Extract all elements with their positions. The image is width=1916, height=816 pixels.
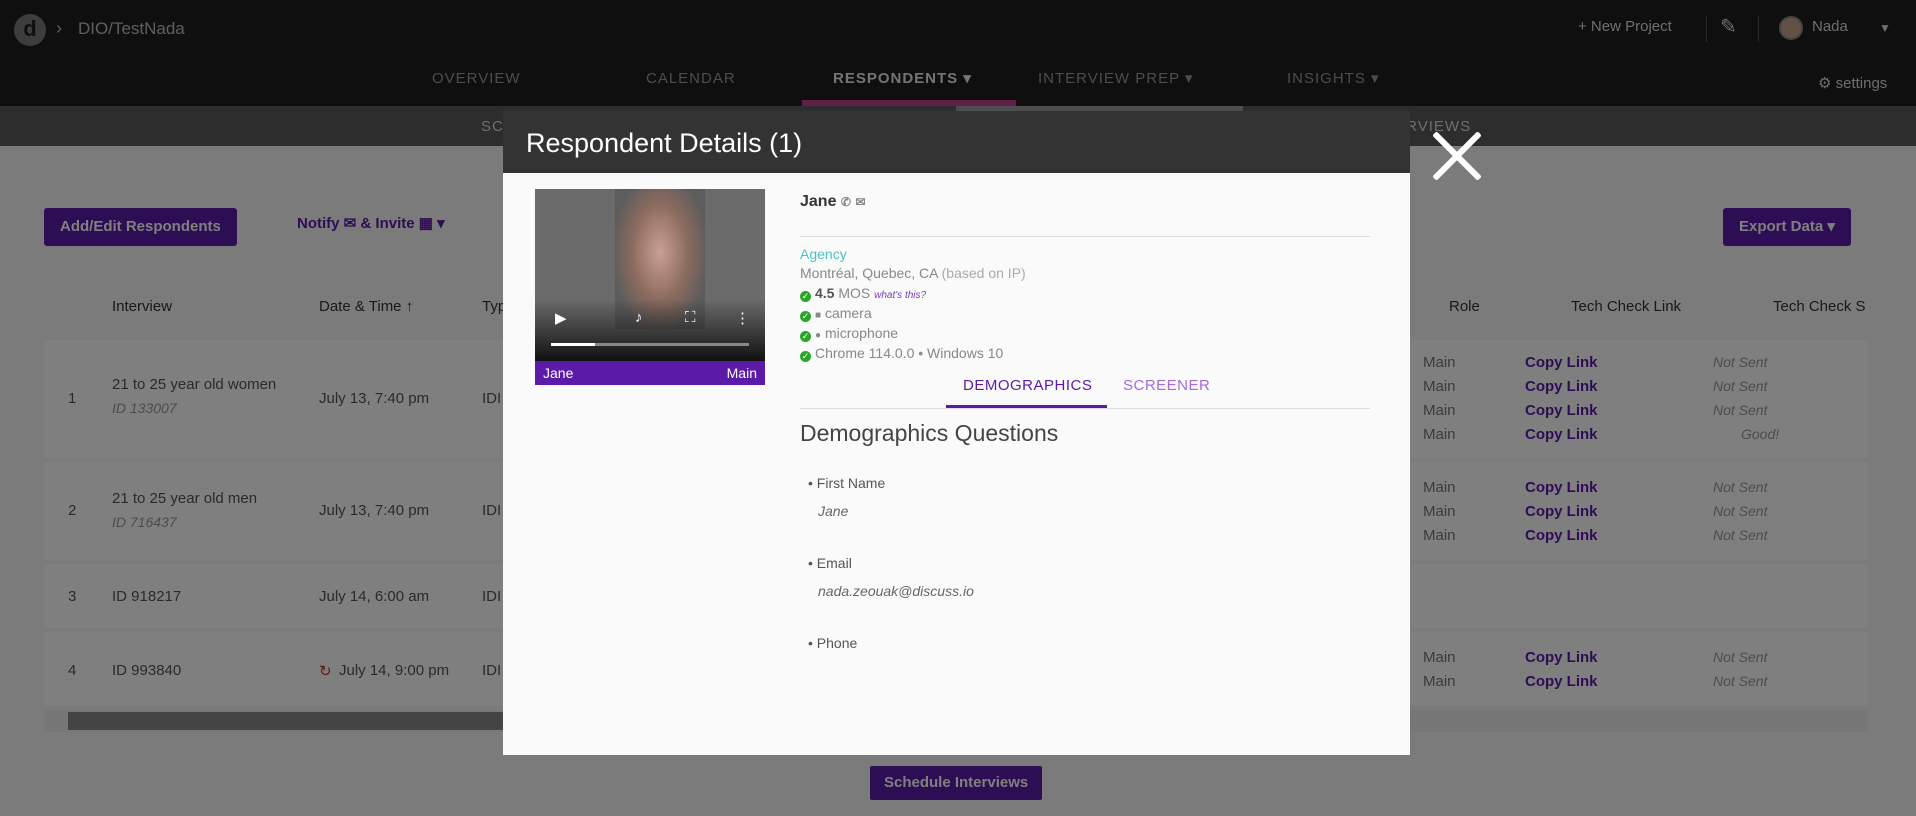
- whats-this-link[interactable]: what's this?: [874, 290, 926, 301]
- browser-label: Chrome 114.0.0 • Windows 10: [815, 345, 1004, 361]
- check-icon: ✓: [800, 311, 811, 322]
- microphone-icon: ●: [815, 330, 822, 341]
- video-progress-bar[interactable]: [551, 343, 749, 346]
- tab-demographics[interactable]: DEMOGRAPHICS: [963, 377, 1092, 394]
- video-respondent-name: Jane: [543, 365, 574, 381]
- divider: [800, 408, 1370, 409]
- question-item: • First Name: [808, 475, 886, 491]
- divider: [800, 236, 1370, 237]
- more-options-icon[interactable]: ⋮: [735, 309, 750, 327]
- modal-header: Respondent Details (1): [503, 111, 1410, 173]
- mos-check: ✓ 4.5 MOS what's this?: [800, 285, 926, 302]
- volume-icon[interactable]: ♪: [635, 309, 643, 326]
- question-item: • Phone: [808, 635, 858, 651]
- respondent-details-modal: Respondent Details (1) ▶ ♪ ⛶ ⋮ Jane Main…: [503, 111, 1410, 755]
- camera-label: camera: [824, 305, 872, 321]
- location-note: (based on IP): [941, 265, 1026, 281]
- microphone-check: ✓ ● microphone: [800, 325, 898, 342]
- check-icon: ✓: [800, 351, 811, 362]
- location-text: Montréal, Quebec, CA: [800, 265, 938, 281]
- video-controls: ▶ ♪ ⛶ ⋮: [535, 299, 765, 361]
- question-answer: Jane: [818, 503, 849, 519]
- modal-title: Respondent Details (1): [526, 128, 803, 158]
- camera-icon: ■: [815, 310, 822, 321]
- tab-screener[interactable]: SCREENER: [1123, 377, 1210, 394]
- check-icon: ✓: [800, 331, 811, 342]
- play-icon[interactable]: ▶: [555, 309, 567, 327]
- section-title: Demographics Questions: [800, 420, 1059, 446]
- question-item: • Email: [808, 555, 852, 571]
- microphone-label: microphone: [824, 325, 899, 341]
- mos-label: MOS: [838, 285, 871, 301]
- video-respondent-role: Main: [726, 365, 757, 381]
- camera-check: ✓ ■ camera: [800, 305, 872, 322]
- video-label-bar: Jane Main: [535, 361, 765, 385]
- question-label: Phone: [816, 635, 858, 651]
- fullscreen-icon[interactable]: ⛶: [685, 309, 696, 326]
- check-icon: ✓: [800, 291, 811, 302]
- agency-label: Agency: [800, 246, 847, 262]
- question-label: Email: [816, 555, 852, 571]
- mos-score: 4.5: [815, 285, 835, 301]
- phone-icon: ✆: [840, 195, 851, 209]
- question-label: First Name: [816, 475, 886, 491]
- browser-check: ✓ Chrome 114.0.0 • Windows 10: [800, 345, 1003, 362]
- email-icon: ✉: [855, 195, 866, 209]
- respondent-name: Jane ✆ ✉: [800, 193, 866, 211]
- question-answer: nada.zeouak@discuss.io: [818, 583, 974, 599]
- close-icon[interactable]: [1426, 126, 1486, 186]
- respondent-name-text: Jane: [800, 193, 837, 210]
- location: Montréal, Quebec, CA (based on IP): [800, 265, 1026, 281]
- respondent-video[interactable]: ▶ ♪ ⛶ ⋮ Jane Main: [535, 189, 765, 385]
